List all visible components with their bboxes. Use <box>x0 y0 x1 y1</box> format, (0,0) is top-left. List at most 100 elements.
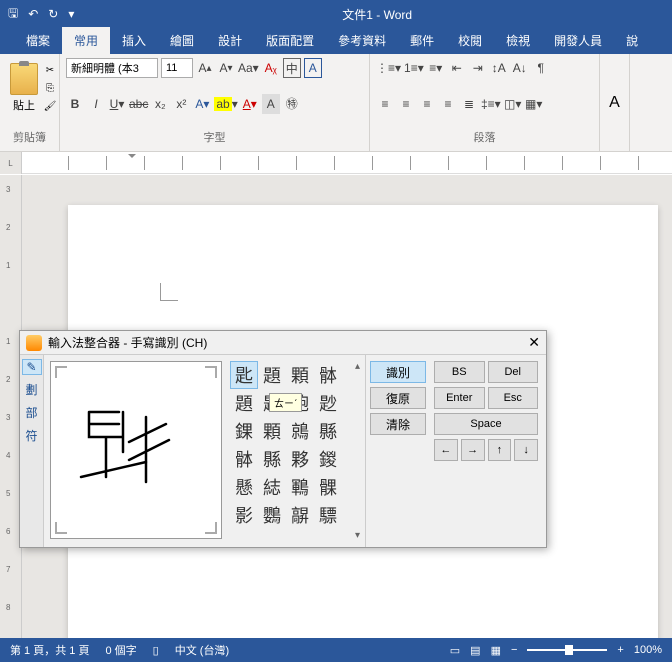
candidate-char[interactable]: 髁 <box>314 473 342 501</box>
decrease-indent-button[interactable]: ⇤ <box>448 58 466 78</box>
candidate-char[interactable]: 鍐 <box>314 445 342 473</box>
candidate-char[interactable]: 題 <box>258 361 286 389</box>
save-icon[interactable]: 🖫 <box>8 4 18 25</box>
shrink-font-button[interactable]: A▾ <box>217 58 235 78</box>
candidate-char[interactable]: 錁 <box>230 417 258 445</box>
status-wordcount[interactable]: 0 個字 <box>105 642 136 658</box>
view-web-icon[interactable]: ▦ <box>491 644 501 657</box>
view-print-icon[interactable]: ▤ <box>470 644 480 657</box>
highlight-button[interactable]: ab▾ <box>214 94 237 114</box>
paste-button[interactable]: 貼上 <box>6 58 42 118</box>
candidate-char[interactable]: 匙 <box>230 361 258 389</box>
view-read-icon[interactable]: ▭ <box>450 644 460 657</box>
strikethrough-button[interactable]: abc <box>129 94 148 114</box>
font-color-button[interactable]: A▾ <box>241 94 259 114</box>
candidate-char[interactable]: 鶤 <box>286 473 314 501</box>
scroll-up-icon[interactable]: ▴ <box>355 361 360 372</box>
qat-dropdown-icon[interactable]: ▾ <box>68 7 74 21</box>
tab-插入[interactable]: 插入 <box>110 27 158 54</box>
tab-設計[interactable]: 設計 <box>206 27 254 54</box>
superscript-button[interactable]: x² <box>172 94 190 114</box>
distribute-button[interactable]: ≣ <box>460 94 478 114</box>
scroll-down-icon[interactable]: ▾ <box>355 530 360 541</box>
candidate-char[interactable]: 尟 <box>314 389 342 417</box>
subscript-button[interactable]: x₂ <box>151 94 169 114</box>
handwriting-canvas[interactable] <box>50 361 222 539</box>
tab-郵件[interactable]: 郵件 <box>398 27 446 54</box>
backspace-key[interactable]: BS <box>434 361 485 383</box>
tab-開發人員[interactable]: 開發人員 <box>542 27 614 54</box>
tab-版面配置[interactable]: 版面配置 <box>254 27 326 54</box>
zoom-slider[interactable] <box>527 649 607 651</box>
candidate-char[interactable]: 髜 <box>286 501 314 529</box>
ltr-button[interactable]: ↕A <box>490 58 508 78</box>
candidate-char[interactable]: 顆 <box>286 361 314 389</box>
candidate-char[interactable]: 顆 <box>258 417 286 445</box>
arrow-up-key[interactable]: ↑ <box>488 439 512 461</box>
arrow-right-key[interactable]: → <box>461 439 485 461</box>
char-shading-button[interactable]: A <box>262 94 280 114</box>
candidate-char[interactable]: 題 <box>230 389 258 417</box>
bold-button[interactable]: B <box>66 94 84 114</box>
grow-font-button[interactable]: A▴ <box>196 58 214 78</box>
undo-button[interactable]: 復原 <box>370 387 426 409</box>
undo-icon[interactable]: ↶ <box>28 7 38 21</box>
candidate-char[interactable]: 骵 <box>230 445 258 473</box>
phonetic-button[interactable]: 中 <box>283 58 301 78</box>
tab-校閱[interactable]: 校閱 <box>446 27 494 54</box>
arrow-down-key[interactable]: ↓ <box>514 439 538 461</box>
candidate-char[interactable]: 鸚 <box>258 501 286 529</box>
increase-indent-button[interactable]: ⇥ <box>469 58 487 78</box>
char-border-button[interactable]: A <box>304 58 322 78</box>
delete-key[interactable]: Del <box>488 361 539 383</box>
italic-button[interactable]: I <box>87 94 105 114</box>
escape-key[interactable]: Esc <box>488 387 539 409</box>
candidate-char[interactable]: 鶁 <box>286 417 314 445</box>
clear-button[interactable]: 清除 <box>370 413 426 435</box>
candidate-char[interactable]: 綕 <box>258 473 286 501</box>
align-right-button[interactable]: ≡ <box>418 94 436 114</box>
tab-常用[interactable]: 常用 <box>62 27 110 54</box>
underline-button[interactable]: U▾ <box>108 94 126 114</box>
ime-mode-symbol[interactable]: 符 <box>25 427 37 444</box>
tab-參考資料[interactable]: 參考資料 <box>326 27 398 54</box>
candidate-char[interactable]: 懸 <box>230 473 258 501</box>
close-icon[interactable]: ✕ <box>528 334 540 351</box>
align-left-button[interactable]: ≡ <box>376 94 394 114</box>
sort-button[interactable]: A↓ <box>511 58 529 78</box>
candidate-char[interactable]: 夥 <box>286 445 314 473</box>
tab-檔案[interactable]: 檔案 <box>14 27 62 54</box>
font-size-combo[interactable]: 11 <box>161 58 193 78</box>
copy-icon[interactable]: ⎘ <box>42 80 58 96</box>
status-language[interactable]: 中文 (台灣) <box>175 642 229 658</box>
justify-button[interactable]: ≡ <box>439 94 457 114</box>
zoom-out-icon[interactable]: − <box>511 644 517 656</box>
redo-icon[interactable]: ↻ <box>48 7 58 21</box>
enclose-char-button[interactable]: ㊕ <box>283 94 301 114</box>
ime-mode-handwriting[interactable]: ✎ <box>22 359 42 375</box>
align-center-button[interactable]: ≡ <box>397 94 415 114</box>
horizontal-ruler[interactable] <box>68 156 672 170</box>
tab-繪圖[interactable]: 繪圖 <box>158 27 206 54</box>
candidate-char[interactable]: 縣 <box>258 445 286 473</box>
candidate-char[interactable]: 縣 <box>314 417 342 445</box>
space-key[interactable]: Space <box>434 413 538 435</box>
borders-button[interactable]: ▦▾ <box>525 94 543 114</box>
change-case-button[interactable]: Aa▾ <box>238 58 259 78</box>
zoom-in-icon[interactable]: + <box>617 644 623 656</box>
enter-key[interactable]: Enter <box>434 387 485 409</box>
candidate-char[interactable]: 骵 <box>314 361 342 389</box>
zoom-level[interactable]: 100% <box>634 644 662 656</box>
numbering-button[interactable]: 1≡▾ <box>404 58 424 78</box>
recognize-button[interactable]: 識別 <box>370 361 426 383</box>
cut-icon[interactable]: ✂ <box>42 62 58 78</box>
format-painter-icon[interactable]: 🖌 <box>42 98 58 114</box>
shading-button[interactable]: ◫▾ <box>504 94 522 114</box>
bullets-button[interactable]: ⋮≡▾ <box>376 58 401 78</box>
arrow-left-key[interactable]: ← <box>434 439 458 461</box>
clear-format-button[interactable]: Aᵪ <box>262 58 280 78</box>
show-marks-button[interactable]: ¶ <box>532 58 550 78</box>
tab-檢視[interactable]: 檢視 <box>494 27 542 54</box>
ime-mode-radical[interactable]: 部 <box>25 404 37 421</box>
text-effects-button[interactable]: A▾ <box>193 94 211 114</box>
